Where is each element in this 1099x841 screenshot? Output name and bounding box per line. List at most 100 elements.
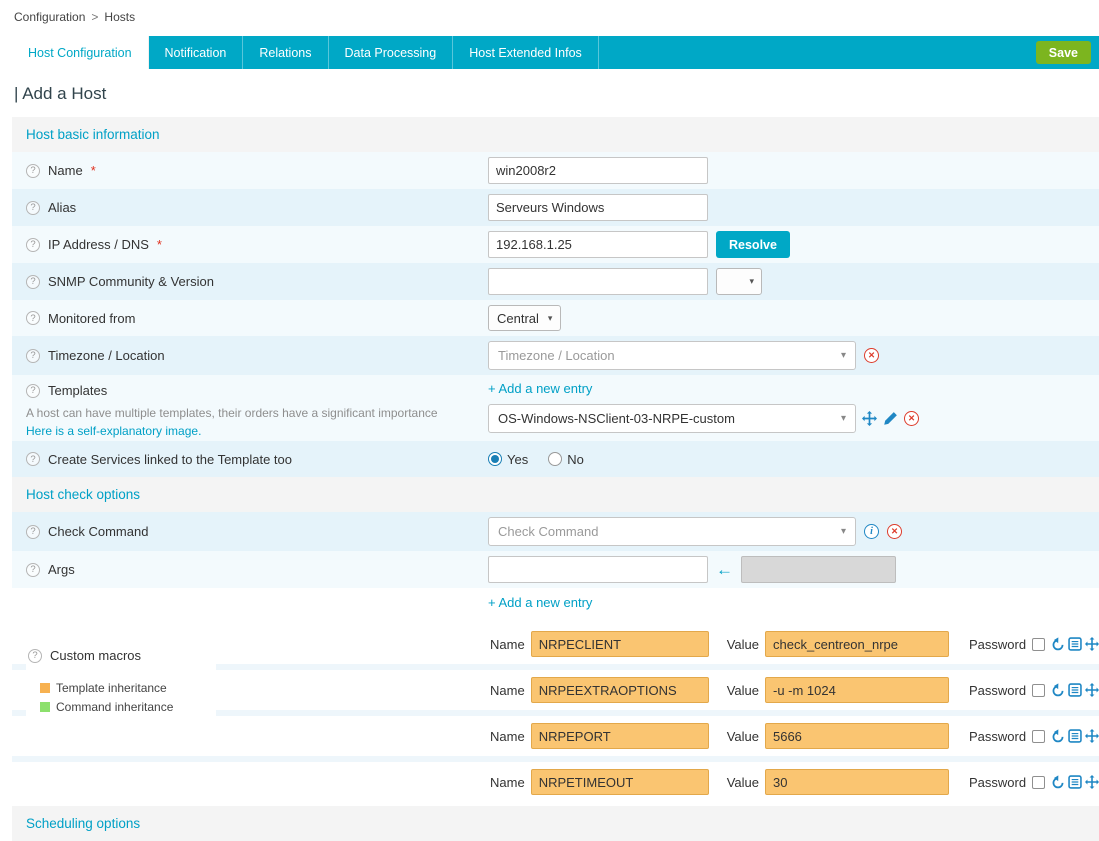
- form-row-check-command: ? Check Command Check Command ▾ i ✕: [12, 512, 1099, 551]
- tab-host-extended-infos[interactable]: Host Extended Infos: [453, 36, 599, 69]
- help-icon[interactable]: ?: [26, 275, 40, 289]
- required-asterisk: *: [157, 237, 162, 252]
- clear-check-command-icon[interactable]: ✕: [887, 524, 902, 539]
- templates-help-link[interactable]: Here is a self-explanatory image.: [26, 424, 201, 438]
- info-icon[interactable]: i: [864, 524, 879, 539]
- move-icon[interactable]: [1085, 775, 1099, 789]
- pencil-icon[interactable]: [883, 411, 898, 426]
- help-icon[interactable]: ?: [26, 201, 40, 215]
- form-row-add-macro: + Add a new entry: [12, 588, 1099, 616]
- name-input[interactable]: [488, 157, 708, 184]
- radio-unselected-icon: [548, 452, 562, 466]
- templates-help-text: A host can have multiple templates, thei…: [26, 405, 488, 422]
- macro-password-label: Password: [969, 637, 1026, 652]
- ip-address-input[interactable]: [488, 231, 708, 258]
- tab-relations[interactable]: Relations: [243, 36, 328, 69]
- form-row-args: ? Args ←: [12, 551, 1099, 588]
- monitored-from-value: Central: [497, 311, 539, 326]
- macro-row-nrpeport: Name Value Password ✕: [12, 716, 1099, 762]
- help-icon[interactable]: ?: [26, 563, 40, 577]
- create-services-no-radio[interactable]: No: [548, 452, 584, 467]
- form-row-snmp: ? SNMP Community & Version ▾: [12, 263, 1099, 300]
- macro-value-label: Value: [727, 637, 759, 652]
- add-template-entry-link[interactable]: + Add a new entry: [488, 381, 592, 396]
- macro-value-input[interactable]: [765, 677, 949, 703]
- create-services-yes-radio[interactable]: Yes: [488, 452, 528, 467]
- add-macro-entry-link[interactable]: + Add a new entry: [488, 595, 592, 610]
- list-icon[interactable]: [1068, 683, 1082, 697]
- list-icon[interactable]: [1068, 775, 1082, 789]
- password-checkbox[interactable]: [1032, 730, 1045, 743]
- delete-template-icon[interactable]: ✕: [904, 411, 919, 426]
- alias-input[interactable]: [488, 194, 708, 221]
- chevron-down-icon: ▾: [841, 527, 846, 537]
- macro-value-input[interactable]: [765, 723, 949, 749]
- help-icon[interactable]: ?: [26, 452, 40, 466]
- move-icon[interactable]: [1085, 637, 1099, 651]
- list-icon[interactable]: [1068, 729, 1082, 743]
- macro-inheritance-legend: Template inheritance Command inheritance: [36, 679, 177, 716]
- move-icon[interactable]: [1085, 683, 1099, 697]
- undo-icon[interactable]: [1051, 637, 1065, 651]
- macro-name-input[interactable]: [531, 723, 709, 749]
- breadcrumb: Configuration > Hosts: [0, 0, 1099, 30]
- chevron-down-icon: ▾: [841, 414, 846, 424]
- timezone-select[interactable]: Timezone / Location ▾: [488, 341, 856, 370]
- macro-name-input[interactable]: [531, 769, 709, 795]
- help-icon[interactable]: ?: [26, 311, 40, 325]
- radio-selected-icon: [488, 452, 502, 466]
- password-checkbox[interactable]: [1032, 684, 1045, 697]
- check-command-placeholder: Check Command: [498, 524, 841, 539]
- breadcrumb-hosts[interactable]: Hosts: [104, 10, 135, 24]
- ip-address-label: IP Address / DNS: [48, 237, 149, 252]
- macro-password-label: Password: [969, 729, 1026, 744]
- tab-data-processing[interactable]: Data Processing: [329, 36, 454, 69]
- help-icon[interactable]: ?: [26, 349, 40, 363]
- macro-name-input[interactable]: [531, 677, 709, 703]
- args-input[interactable]: [488, 556, 708, 583]
- move-icon[interactable]: [1085, 729, 1099, 743]
- name-label: Name: [48, 163, 83, 178]
- macro-row-nrpetimeout: Name Value Password ✕: [12, 762, 1099, 802]
- macro-name-label: Name: [490, 729, 525, 744]
- template-select[interactable]: OS-Windows-NSClient-03-NRPE-custom ▾: [488, 404, 856, 433]
- list-icon[interactable]: [1068, 637, 1082, 651]
- left-arrow-icon: ←: [716, 561, 733, 578]
- macro-name-label: Name: [490, 637, 525, 652]
- help-icon[interactable]: ?: [26, 238, 40, 252]
- move-icon[interactable]: [862, 411, 877, 426]
- breadcrumb-configuration[interactable]: Configuration: [14, 10, 85, 24]
- timezone-placeholder: Timezone / Location: [498, 348, 841, 363]
- resolve-button[interactable]: Resolve: [716, 231, 790, 258]
- section-scheduling-options: Scheduling options: [12, 806, 1099, 841]
- save-button[interactable]: Save: [1036, 41, 1091, 64]
- tab-host-configuration[interactable]: Host Configuration: [12, 36, 149, 69]
- password-checkbox[interactable]: [1032, 638, 1045, 651]
- timezone-label: Timezone / Location: [48, 348, 165, 363]
- form-row-timezone: ? Timezone / Location Timezone / Locatio…: [12, 336, 1099, 375]
- macro-value-input[interactable]: [765, 769, 949, 795]
- help-icon[interactable]: ?: [28, 649, 42, 663]
- tab-notification[interactable]: Notification: [149, 36, 244, 69]
- password-checkbox[interactable]: [1032, 776, 1045, 789]
- macro-value-label: Value: [727, 683, 759, 698]
- check-command-select[interactable]: Check Command ▾: [488, 517, 856, 546]
- args-mapped-input: [741, 556, 896, 583]
- clear-timezone-icon[interactable]: ✕: [864, 348, 879, 363]
- undo-icon[interactable]: [1051, 775, 1065, 789]
- help-icon[interactable]: ?: [26, 164, 40, 178]
- undo-icon[interactable]: [1051, 683, 1065, 697]
- snmp-community-input[interactable]: [488, 268, 708, 295]
- command-inheritance-swatch: [40, 702, 50, 712]
- help-icon[interactable]: ?: [26, 384, 40, 398]
- form-row-alias: ? Alias: [12, 189, 1099, 226]
- monitored-from-select[interactable]: Central ▾: [488, 305, 561, 331]
- create-services-label: Create Services linked to the Template t…: [48, 452, 292, 467]
- snmp-version-select[interactable]: ▾: [716, 268, 762, 295]
- args-label: Args: [48, 562, 75, 577]
- macro-name-label: Name: [490, 775, 525, 790]
- help-icon[interactable]: ?: [26, 525, 40, 539]
- macro-name-input[interactable]: [531, 631, 709, 657]
- macro-value-input[interactable]: [765, 631, 949, 657]
- undo-icon[interactable]: [1051, 729, 1065, 743]
